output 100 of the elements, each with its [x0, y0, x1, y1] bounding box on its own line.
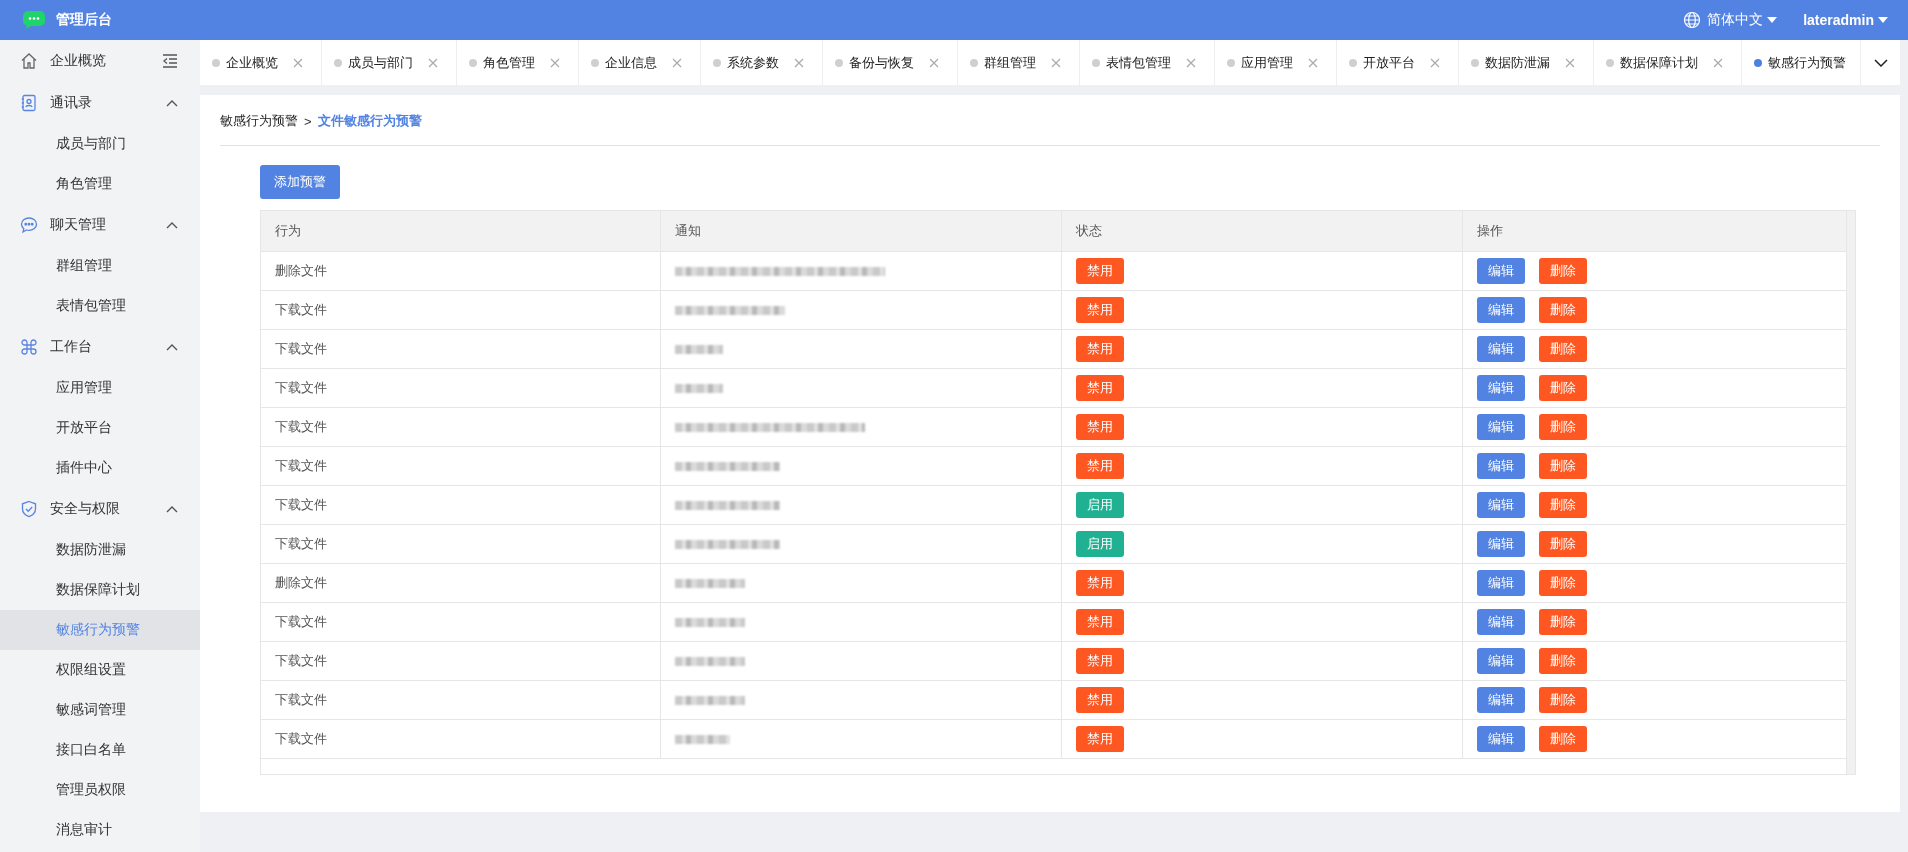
- page-tab[interactable]: 企业信息: [605, 53, 657, 72]
- collapse-menu-icon[interactable]: [162, 54, 178, 68]
- status-toggle-button[interactable]: 禁用: [1076, 414, 1124, 440]
- status-toggle-button[interactable]: 禁用: [1076, 297, 1124, 323]
- sidebar-item[interactable]: 安全与权限: [0, 488, 200, 530]
- delete-button[interactable]: 删除: [1539, 609, 1587, 635]
- status-toggle-button[interactable]: 禁用: [1076, 687, 1124, 713]
- page-tab[interactable]: 数据防泄漏: [1485, 53, 1550, 72]
- delete-button[interactable]: 删除: [1539, 492, 1587, 518]
- sidebar-item[interactable]: 管理员权限: [0, 770, 200, 810]
- page-tab[interactable]: 成员与部门: [348, 53, 413, 72]
- add-alert-button[interactable]: 添加预警: [260, 165, 340, 199]
- breadcrumb-link[interactable]: 敏感行为预警: [220, 112, 298, 130]
- page-tab[interactable]: 敏感行为预警: [1768, 53, 1846, 72]
- status-toggle-button[interactable]: 启用: [1076, 492, 1124, 518]
- status-toggle-button[interactable]: 禁用: [1076, 609, 1124, 635]
- edit-button[interactable]: 编辑: [1477, 258, 1525, 284]
- status-toggle-button[interactable]: 禁用: [1076, 726, 1124, 752]
- status-toggle-button[interactable]: 禁用: [1076, 336, 1124, 362]
- page-tab[interactable]: 系统参数: [727, 53, 779, 72]
- sidebar-item[interactable]: 企业概览: [0, 40, 200, 82]
- edit-button[interactable]: 编辑: [1477, 336, 1525, 362]
- status-toggle-button[interactable]: 禁用: [1076, 570, 1124, 596]
- sidebar-item[interactable]: 接口白名单: [0, 730, 200, 770]
- page-tab[interactable]: 开放平台: [1363, 53, 1415, 72]
- sidebar-item[interactable]: 插件中心: [0, 448, 200, 488]
- breadcrumb-current: 文件敏感行为预警: [317, 112, 422, 130]
- delete-button[interactable]: 删除: [1539, 414, 1587, 440]
- chevron-icon: [166, 343, 178, 351]
- sidebar-item[interactable]: 表情包管理: [0, 286, 200, 326]
- user-dropdown[interactable]: lateradmin: [1803, 12, 1888, 28]
- close-icon[interactable]: [1430, 57, 1440, 68]
- language-dropdown[interactable]: 简体中文: [1707, 11, 1778, 29]
- close-icon[interactable]: [428, 57, 438, 68]
- edit-button[interactable]: 编辑: [1477, 687, 1525, 713]
- close-icon[interactable]: [293, 57, 303, 68]
- status-toggle-button[interactable]: 禁用: [1076, 258, 1124, 284]
- delete-button[interactable]: 删除: [1539, 687, 1587, 713]
- status-toggle-button[interactable]: 启用: [1076, 531, 1124, 557]
- delete-button[interactable]: 删除: [1539, 648, 1587, 674]
- edit-button[interactable]: 编辑: [1477, 492, 1525, 518]
- sidebar-item[interactable]: 应用管理: [0, 368, 200, 408]
- page-tab[interactable]: 数据保障计划: [1620, 53, 1698, 72]
- sidebar-item[interactable]: 敏感行为预警: [0, 610, 200, 650]
- delete-button[interactable]: 删除: [1539, 570, 1587, 596]
- page-tab[interactable]: 表情包管理: [1106, 53, 1171, 72]
- blurred-text: [675, 617, 745, 627]
- sidebar-item[interactable]: 成员与部门: [0, 124, 200, 164]
- sidebar-item[interactable]: 数据防泄漏: [0, 530, 200, 570]
- table-cell: 下载文件: [261, 330, 661, 368]
- status-toggle-button[interactable]: 禁用: [1076, 453, 1124, 479]
- close-icon[interactable]: [1713, 57, 1723, 68]
- delete-button[interactable]: 删除: [1539, 453, 1587, 479]
- edit-button[interactable]: 编辑: [1477, 531, 1525, 557]
- sidebar-item[interactable]: 角色管理: [0, 164, 200, 204]
- edit-button[interactable]: 编辑: [1477, 414, 1525, 440]
- edit-button[interactable]: 编辑: [1477, 648, 1525, 674]
- edit-button[interactable]: 编辑: [1477, 297, 1525, 323]
- delete-button[interactable]: 删除: [1539, 531, 1587, 557]
- scrollbar[interactable]: [1846, 211, 1855, 774]
- sidebar-item[interactable]: 权限组设置: [0, 650, 200, 690]
- page-tab[interactable]: 企业概览: [226, 53, 278, 72]
- delete-button[interactable]: 删除: [1539, 336, 1587, 362]
- sidebar-item[interactable]: 开放平台: [0, 408, 200, 448]
- sidebar-item[interactable]: 群组管理: [0, 246, 200, 286]
- table-cell: 删除文件: [261, 564, 661, 602]
- close-icon[interactable]: [1051, 57, 1061, 68]
- close-icon[interactable]: [672, 57, 682, 68]
- delete-button[interactable]: 删除: [1539, 258, 1587, 284]
- column-header: 状态: [1062, 211, 1463, 251]
- edit-button[interactable]: 编辑: [1477, 375, 1525, 401]
- status-toggle-button[interactable]: 禁用: [1076, 375, 1124, 401]
- status-toggle-button[interactable]: 禁用: [1076, 648, 1124, 674]
- edit-button[interactable]: 编辑: [1477, 609, 1525, 635]
- page-tab[interactable]: 角色管理: [483, 53, 535, 72]
- delete-button[interactable]: 删除: [1539, 297, 1587, 323]
- edit-button[interactable]: 编辑: [1477, 570, 1525, 596]
- close-icon[interactable]: [1186, 57, 1196, 68]
- shield-icon: [20, 500, 38, 518]
- sidebar-item[interactable]: 数据保障计划: [0, 570, 200, 610]
- delete-button[interactable]: 删除: [1539, 726, 1587, 752]
- delete-button[interactable]: 删除: [1539, 375, 1587, 401]
- close-icon[interactable]: [550, 57, 560, 68]
- page-tab[interactable]: 群组管理: [984, 53, 1036, 72]
- chat-icon: [20, 216, 38, 234]
- edit-button[interactable]: 编辑: [1477, 453, 1525, 479]
- chat-bubble-logo-icon: [22, 10, 46, 30]
- globe-icon[interactable]: [1683, 11, 1702, 29]
- close-icon[interactable]: [794, 57, 804, 68]
- sidebar-item[interactable]: 聊天管理: [0, 204, 200, 246]
- sidebar-item[interactable]: 工作台: [0, 326, 200, 368]
- sidebar-item[interactable]: 消息审计: [0, 810, 200, 850]
- page-tab[interactable]: 备份与恢复: [849, 53, 914, 72]
- sidebar-item[interactable]: 通讯录: [0, 82, 200, 124]
- close-icon[interactable]: [1565, 57, 1575, 68]
- sidebar-item[interactable]: 敏感词管理: [0, 690, 200, 730]
- edit-button[interactable]: 编辑: [1477, 726, 1525, 752]
- page-tab[interactable]: 应用管理: [1241, 53, 1293, 72]
- close-icon[interactable]: [1308, 57, 1318, 68]
- close-icon[interactable]: [929, 57, 939, 68]
